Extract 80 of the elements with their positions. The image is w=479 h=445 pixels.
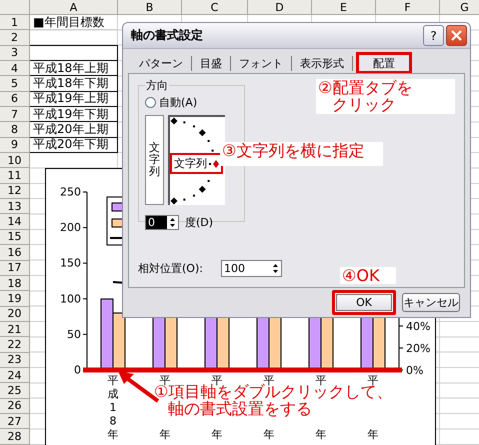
column-header[interactable]: D <box>248 0 312 15</box>
table-cell: 平成20年上期 <box>30 121 118 138</box>
help-button[interactable]: ? <box>423 25 444 46</box>
row-header[interactable]: 13 <box>0 199 30 214</box>
category-label: 年 <box>368 428 378 441</box>
row-header[interactable]: 23 <box>0 352 30 368</box>
row-header[interactable]: 9 <box>0 138 30 154</box>
row-header[interactable]: 14 <box>0 214 30 230</box>
category-label: 年 <box>212 428 222 441</box>
axis-label: 0 <box>74 364 81 376</box>
row-header[interactable]: 11 <box>0 168 30 184</box>
axis-label: 20% <box>406 342 430 355</box>
table-cell: 平成18年上期 <box>30 60 118 76</box>
window-title: 軸の書式設定 <box>131 27 204 44</box>
column-header[interactable]: A <box>30 0 118 15</box>
column-header[interactable]: E <box>312 0 376 15</box>
category-label: 年 <box>316 428 326 441</box>
row-header[interactable]: 27 <box>0 414 30 430</box>
field-label: 相対位置(O): <box>138 261 203 276</box>
row-header[interactable]: 4 <box>0 61 30 76</box>
dialog-button[interactable]: OK <box>332 290 396 315</box>
axis-label: 250 <box>60 186 81 198</box>
tab[interactable]: 表示形式 <box>292 56 353 71</box>
row-header[interactable]: 21 <box>0 322 30 338</box>
diamond-icon <box>209 160 219 168</box>
column-header[interactable]: B <box>118 0 182 15</box>
row-header[interactable]: 8 <box>0 122 30 138</box>
radio-label[interactable]: 自動(A) <box>159 95 198 110</box>
category-label: 平成18年 <box>108 374 118 441</box>
tab[interactable]: 目盛 <box>192 56 231 71</box>
dial-label: 文字列 <box>174 156 207 171</box>
field-label: 度(D) <box>185 215 214 230</box>
vertical-text-option[interactable]: 文字列 <box>145 115 164 205</box>
row-header[interactable]: 10 <box>0 153 30 168</box>
column-header[interactable]: C <box>182 0 248 15</box>
row-header[interactable]: 12 <box>0 184 30 200</box>
table-cell: 平成20年下期 <box>30 136 118 154</box>
axis-label: 0% <box>406 364 424 377</box>
row-header[interactable]: 3 <box>0 46 30 62</box>
group-label: 方向 <box>145 78 169 93</box>
category-label: 年 <box>264 428 274 441</box>
row-header[interactable]: 6 <box>0 92 30 108</box>
row-header[interactable]: 1 <box>0 15 30 30</box>
row-header[interactable]: 16 <box>0 245 30 260</box>
column-header[interactable]: F <box>376 0 440 15</box>
row-header[interactable]: 15 <box>0 230 30 246</box>
row-header[interactable]: 28 <box>0 429 30 445</box>
row-header[interactable]: 22 <box>0 337 30 353</box>
row-header[interactable]: 24 <box>0 368 30 384</box>
callout-text: ③文字列を横に指定 <box>220 142 383 166</box>
row-header[interactable]: 5 <box>0 76 30 92</box>
close-icon[interactable] <box>451 30 462 41</box>
close-button[interactable] <box>446 25 467 46</box>
tab[interactable]: フォント <box>231 56 292 71</box>
row-header[interactable]: 25 <box>0 383 30 399</box>
axis-label: 50 <box>67 328 81 341</box>
axis-label: 40% <box>406 320 430 333</box>
row-header[interactable]: 26 <box>0 398 30 414</box>
table-cell: 平成19年下期 <box>30 106 118 122</box>
row-header[interactable]: 7 <box>0 107 30 122</box>
row-header[interactable]: 18 <box>0 276 30 292</box>
offset-field[interactable]: 100 <box>220 260 282 277</box>
row-header[interactable]: 20 <box>0 306 30 322</box>
row-header[interactable]: 2 <box>0 30 30 46</box>
degrees-field[interactable]: 0 <box>145 215 179 230</box>
radio-button[interactable] <box>145 97 156 108</box>
table-cell: 平成18年下期 <box>30 75 118 92</box>
row-header[interactable]: 19 <box>0 291 30 307</box>
table-cell: ■年間目標数 <box>30 15 118 30</box>
dialog-button[interactable]: キャンセル <box>402 293 460 312</box>
row-header[interactable]: 17 <box>0 260 30 276</box>
axis-label: 100 <box>60 292 81 306</box>
axis-label: 150 <box>60 256 81 270</box>
callout-text: ④OK <box>340 267 396 284</box>
tab[interactable]: パターン <box>131 56 192 71</box>
axis-label: 200 <box>60 221 81 234</box>
category-label: 年 <box>160 428 170 441</box>
tab[interactable]: 配置 <box>356 52 412 74</box>
column-header[interactable]: G <box>440 0 479 15</box>
callout-text: ②配置タブを クリック <box>316 79 455 114</box>
